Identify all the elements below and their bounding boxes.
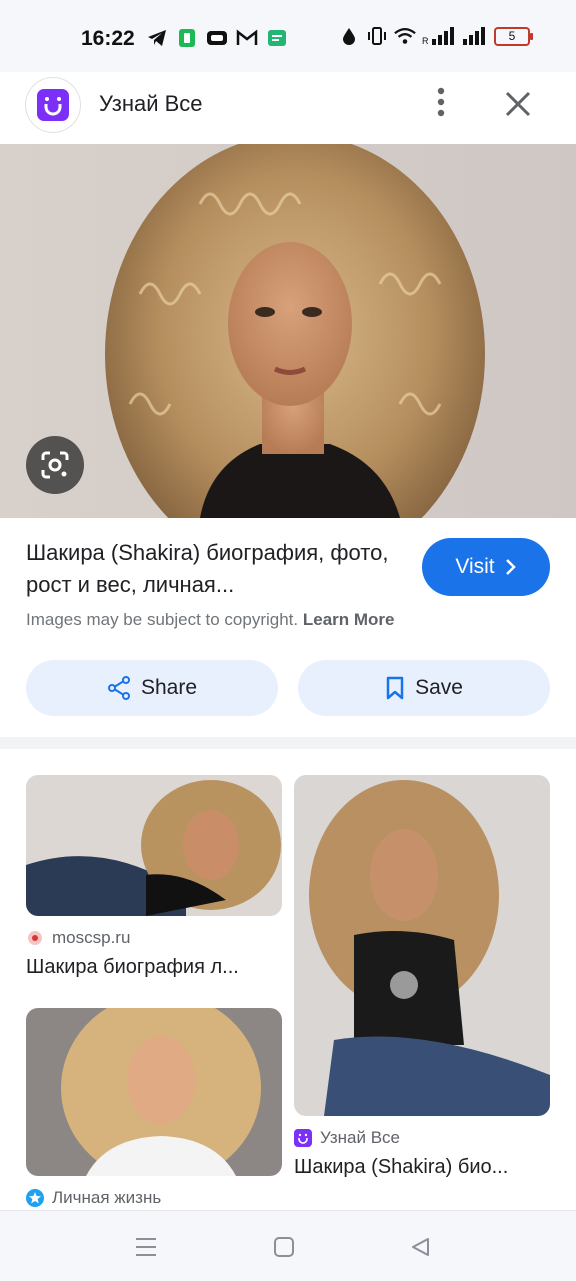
star-favicon-icon (26, 1189, 44, 1207)
save-label: Save (415, 676, 463, 699)
save-button[interactable]: Save (298, 660, 550, 716)
learn-more-link[interactable]: Learn More (303, 610, 395, 629)
recents-button[interactable] (126, 1227, 166, 1267)
smile-u-logo-icon (37, 89, 69, 121)
related-caption-2[interactable]: Шакира (Shakira) био... (294, 1156, 550, 1179)
visit-button[interactable]: Visit (422, 538, 550, 596)
close-button[interactable] (496, 82, 540, 126)
tv-icon (206, 27, 228, 49)
home-button[interactable] (264, 1227, 304, 1267)
telegram-icon (146, 27, 168, 49)
close-icon (505, 91, 531, 117)
share-icon (107, 676, 130, 700)
related-source-1: moscsp.ru (26, 928, 130, 948)
share-label: Share (140, 676, 198, 699)
copyright-notice: Images may be subject to copyright. Lear… (26, 610, 395, 630)
menu-lines-icon (136, 1238, 156, 1256)
portrait-photo (0, 144, 576, 518)
related-source-3: Личная жизнь (26, 1188, 161, 1208)
section-divider (0, 737, 576, 749)
battery-icon: 5 (494, 26, 533, 46)
status-notification-icons (146, 27, 288, 49)
site-favicon-icon (26, 929, 44, 947)
related-image-1[interactable] (26, 775, 282, 916)
result-title[interactable]: Шакира (Shakira) биография, фото, рост и… (26, 537, 406, 601)
google-lens-icon (41, 451, 69, 479)
status-system-icons: R 5 (338, 25, 533, 47)
app-logo[interactable] (26, 78, 80, 132)
square-home-icon (274, 1237, 294, 1257)
water-drop-icon (338, 25, 360, 47)
chevron-right-icon (505, 559, 516, 575)
system-nav-bar (0, 1210, 576, 1281)
wifi-icon (394, 25, 416, 47)
smile-u-logo-icon (294, 1129, 312, 1147)
signal-icon: R (422, 25, 456, 47)
gmail-icon (236, 27, 258, 49)
related-image-3[interactable] (26, 1008, 282, 1176)
back-button[interactable] (400, 1227, 440, 1267)
copyright-text: Images may be subject to copyright. (26, 610, 299, 629)
app-title: Узнай Все (99, 91, 203, 116)
related-image-2[interactable] (294, 775, 550, 1116)
phone-app-icon (176, 27, 198, 49)
more-vert-icon (437, 87, 445, 117)
status-bar: 16:22 R 5 (0, 0, 576, 72)
more-options-button[interactable] (424, 82, 458, 122)
lens-search-button[interactable] (26, 436, 84, 494)
svg-text:R: R (422, 36, 429, 45)
related-caption-1[interactable]: Шакира биография л... (26, 956, 282, 979)
visit-label: Visit (455, 555, 495, 578)
share-button[interactable]: Share (26, 660, 278, 716)
message-icon (266, 27, 288, 49)
triangle-back-icon (412, 1238, 429, 1256)
bookmark-icon (386, 676, 404, 700)
status-time: 16:22 (81, 27, 135, 50)
vibrate-icon (366, 25, 388, 47)
related-source-2: Узнай Все (294, 1128, 400, 1148)
app-header: Узнай Все (0, 72, 576, 144)
signal-icon (462, 25, 488, 47)
main-image[interactable] (0, 144, 576, 518)
